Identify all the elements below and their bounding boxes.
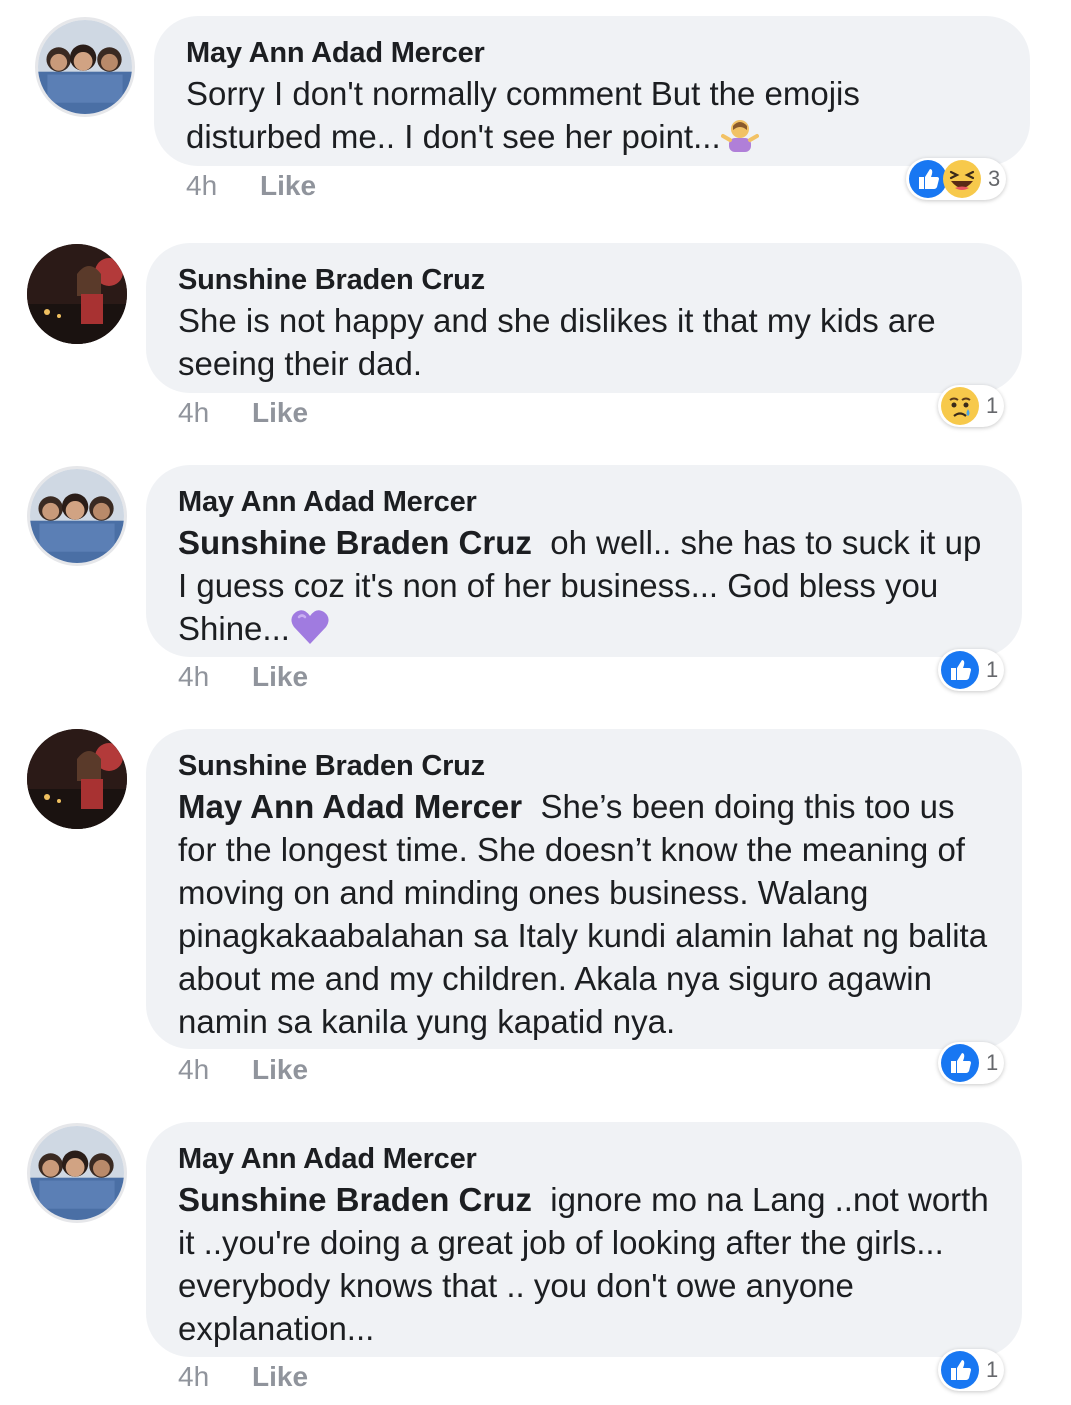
comment-meta: 4h Like	[186, 170, 316, 202]
comment-author[interactable]: May Ann Adad Mercer	[186, 36, 1000, 70]
reaction-count: 1	[986, 657, 999, 682]
reaction-summary[interactable]: 1	[938, 385, 1005, 427]
avatar-sunshine[interactable]	[27, 729, 127, 829]
comment-bubble: May Ann Adad Mercer Sunshine Braden Cruz…	[146, 1122, 1022, 1357]
comment-body: She’s been doing this too us for the lon…	[178, 788, 988, 1040]
group-photo-avatar-icon	[38, 20, 132, 114]
comment-body: Sorry I don't normally comment But the e…	[186, 75, 860, 155]
comment-meta: 4h Like	[178, 1054, 308, 1086]
comment-body: She is not happy and she dislikes it tha…	[178, 302, 936, 382]
comment-timestamp: 4h	[178, 1361, 210, 1392]
comment-bubble: Sunshine Braden Cruz She is not happy an…	[146, 243, 1022, 393]
comment-timestamp: 4h	[186, 170, 218, 201]
like-button[interactable]: Like	[252, 1361, 308, 1392]
avatar-may-ann[interactable]	[35, 17, 135, 117]
like-button[interactable]: Like	[252, 1054, 308, 1085]
reaction-count: 1	[986, 1050, 999, 1075]
comment-text: Sorry I don't normally comment But the e…	[186, 72, 1000, 164]
comment-timestamp: 4h	[178, 661, 210, 692]
comment-meta: 4h Like	[178, 397, 308, 429]
portrait-avatar-icon	[27, 244, 127, 344]
haha-reaction-icon	[942, 159, 982, 199]
avatar-may-ann[interactable]	[27, 1123, 127, 1223]
comment-text: Sunshine Braden Cruz oh well.. she has t…	[178, 521, 992, 656]
like-button[interactable]: Like	[260, 170, 316, 201]
sad-reaction-icon	[940, 386, 980, 426]
comment-timestamp: 4h	[178, 1054, 210, 1085]
comment-author[interactable]: Sunshine Braden Cruz	[178, 749, 992, 783]
like-reaction-icon	[940, 1043, 980, 1083]
comment-bubble: Sunshine Braden Cruz May Ann Adad Mercer…	[146, 729, 1022, 1049]
like-button[interactable]: Like	[252, 397, 308, 428]
avatar-may-ann[interactable]	[27, 466, 127, 566]
mention-link[interactable]: Sunshine Braden Cruz	[178, 524, 532, 561]
group-photo-avatar-icon	[30, 469, 124, 563]
comment-text: May Ann Adad Mercer She’s been doing thi…	[178, 785, 992, 1043]
comment-author[interactable]: Sunshine Braden Cruz	[178, 263, 992, 297]
comment-bubble: May Ann Adad Mercer Sunshine Braden Cruz…	[146, 465, 1022, 657]
comment-bubble: May Ann Adad Mercer Sorry I don't normal…	[154, 16, 1030, 166]
person-shrugging-emoji-icon	[720, 116, 759, 164]
portrait-avatar-icon	[27, 729, 127, 829]
reaction-summary[interactable]: 3	[906, 158, 1007, 200]
comment-meta: 4h Like	[178, 661, 308, 693]
reaction-summary[interactable]: 1	[938, 649, 1005, 691]
like-reaction-icon	[940, 1350, 980, 1390]
comment-author[interactable]: May Ann Adad Mercer	[178, 1142, 992, 1176]
comment-text: She is not happy and she dislikes it tha…	[178, 299, 992, 385]
comment-meta: 4h Like	[178, 1361, 308, 1393]
mention-link[interactable]: Sunshine Braden Cruz	[178, 1181, 532, 1218]
reaction-count: 1	[986, 393, 999, 418]
comment-text: Sunshine Braden Cruz ignore mo na Lang .…	[178, 1178, 992, 1350]
avatar-sunshine[interactable]	[27, 244, 127, 344]
reaction-count: 3	[988, 166, 1001, 191]
reaction-summary[interactable]: 1	[938, 1042, 1005, 1084]
group-photo-avatar-icon	[30, 1126, 124, 1220]
like-reaction-icon	[940, 650, 980, 690]
purple-heart-emoji-icon	[290, 608, 330, 656]
reaction-summary[interactable]: 1	[938, 1349, 1005, 1391]
comment-author[interactable]: May Ann Adad Mercer	[178, 485, 992, 519]
mention-link[interactable]: May Ann Adad Mercer	[178, 788, 522, 825]
like-button[interactable]: Like	[252, 661, 308, 692]
comment-timestamp: 4h	[178, 397, 210, 428]
reaction-count: 1	[986, 1357, 999, 1382]
